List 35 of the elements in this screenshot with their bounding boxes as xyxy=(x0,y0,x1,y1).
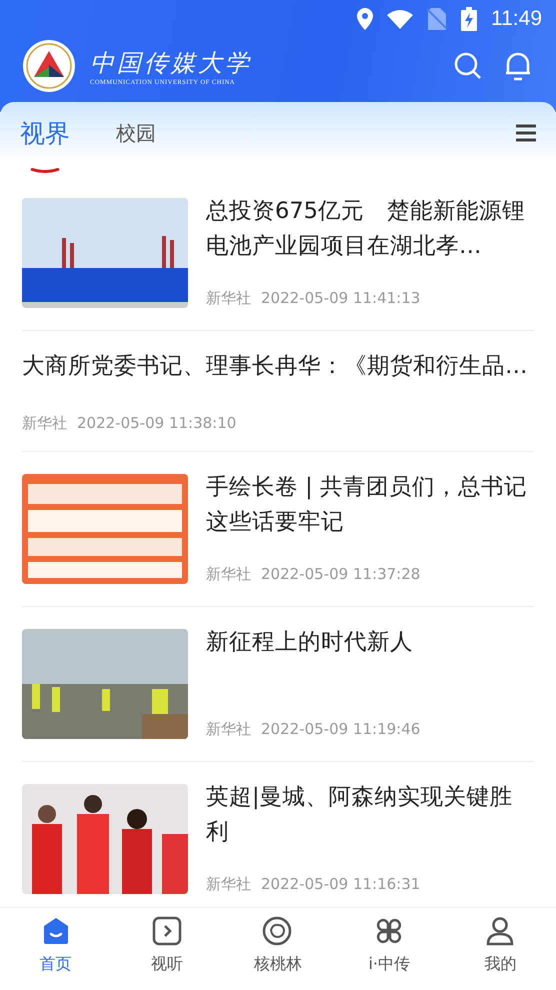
news-time: 2022-05-09 11:38:10 xyxy=(77,414,236,433)
menu-icon[interactable] xyxy=(516,124,536,142)
logo-title: 中国传媒大学 xyxy=(90,48,253,78)
news-source: 新华社 xyxy=(206,720,251,739)
nav-tab[interactable]: i·中传 xyxy=(334,908,445,990)
clock-time: 11:49 xyxy=(491,7,542,31)
wifi-icon xyxy=(387,9,413,29)
play-icon xyxy=(152,916,182,946)
news-source: 新华社 xyxy=(22,414,67,433)
news-title[interactable]: 英超|曼城、阿森纳实现关键胜利 xyxy=(206,780,534,850)
news-time: 2022-05-09 11:16:31 xyxy=(261,875,420,894)
nav-tab[interactable]: 核桃林 xyxy=(222,908,334,990)
search-icon[interactable] xyxy=(454,52,482,80)
bell-icon[interactable] xyxy=(504,51,532,81)
news-title[interactable]: 手绘长卷 | 共青团员们，总书记这些话要牢记 xyxy=(206,470,534,540)
battery-icon xyxy=(461,7,477,31)
tab[interactable]: 校园 xyxy=(116,120,156,146)
tab[interactable]: 视界 xyxy=(20,116,70,150)
nav-tab[interactable]: 首页 xyxy=(0,908,112,990)
news-time: 2022-05-09 11:19:46 xyxy=(261,720,420,739)
nav-tab[interactable]: 视听 xyxy=(111,908,222,990)
university-emblem xyxy=(22,39,76,93)
active-tab-indicator xyxy=(30,168,60,174)
news-time: 2022-05-09 11:37:28 xyxy=(261,565,420,584)
nav-tab[interactable]: 我的 xyxy=(444,908,556,990)
news-source: 新华社 xyxy=(206,565,251,584)
no-sim-icon xyxy=(427,8,447,30)
news-source: 新华社 xyxy=(206,875,251,894)
news-title[interactable]: 总投资675亿元 楚能新能源锂电池产业园项目在湖北孝… xyxy=(206,194,534,264)
news-title[interactable]: 大商所党委书记、理事长冉华：《期货和衍生品… xyxy=(22,349,534,384)
news-source: 新华社 xyxy=(206,289,251,308)
person-icon xyxy=(485,916,516,946)
news-time: 2022-05-09 11:41:13 xyxy=(261,289,420,308)
location-icon xyxy=(357,8,373,30)
news-title[interactable]: 新征程上的时代新人 xyxy=(206,625,534,660)
